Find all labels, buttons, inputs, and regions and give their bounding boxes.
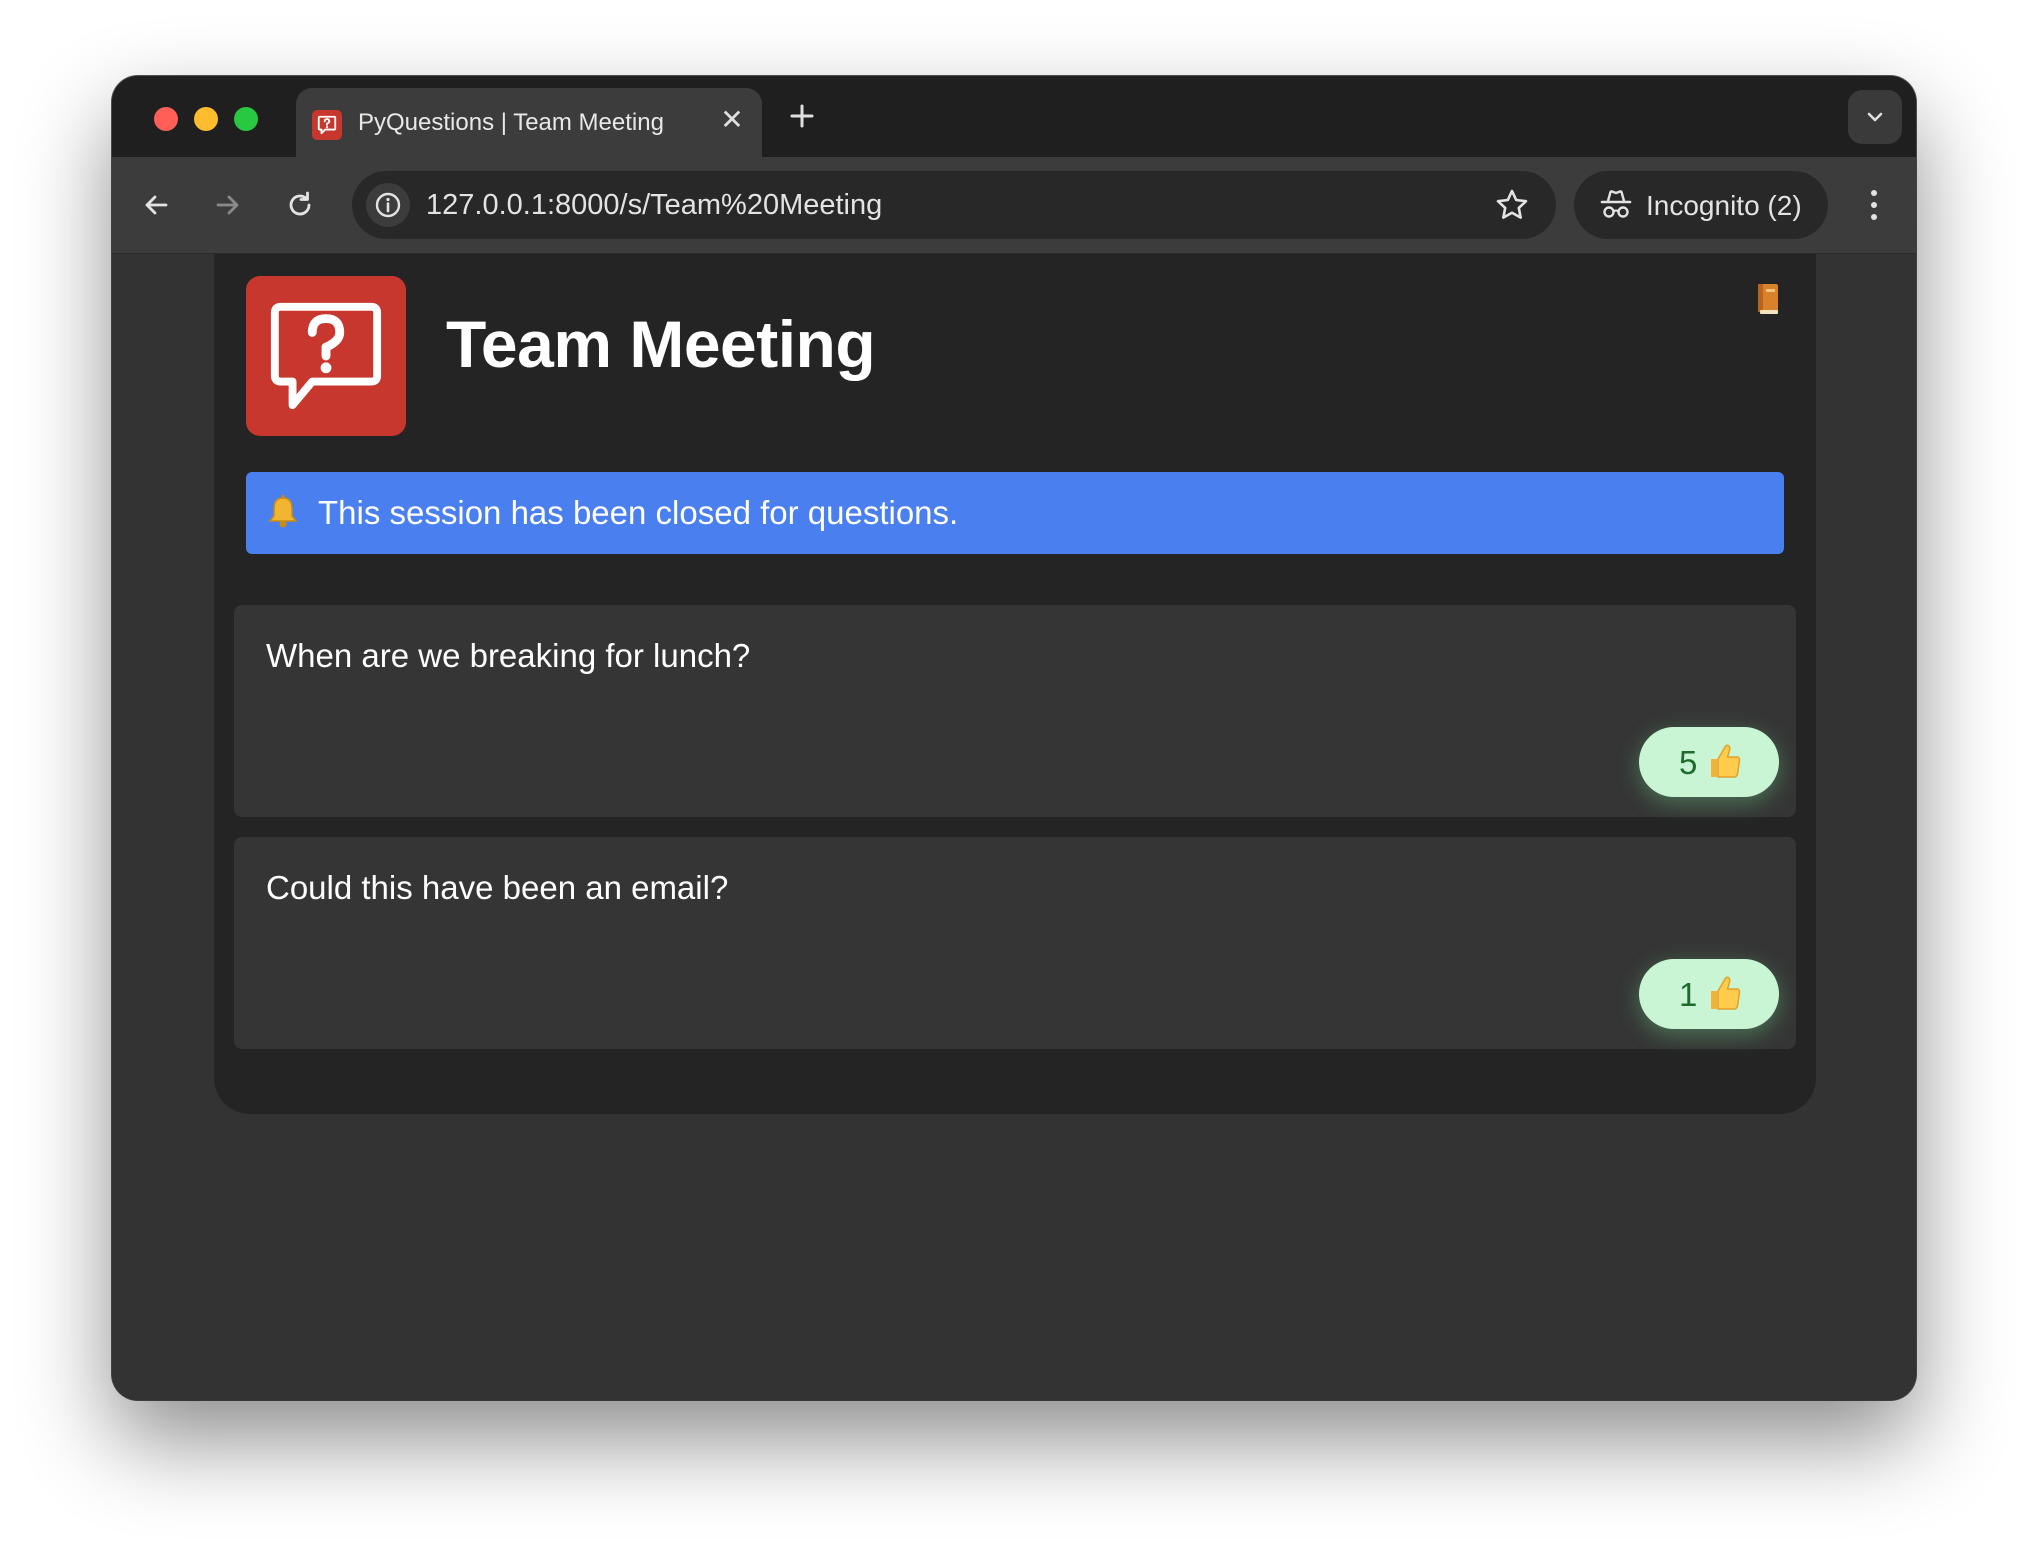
upvote-button[interactable]: 5 xyxy=(1639,727,1779,797)
question-card: When are we breaking for lunch? 5 xyxy=(234,605,1796,817)
question-card: Could this have been an email? 1 xyxy=(234,837,1796,1049)
vote-count: 1 xyxy=(1679,976,1698,1013)
browser-toolbar: 127.0.0.1:8000/s/Team%20Meeting Incognit… xyxy=(112,157,1916,254)
book-icon[interactable] xyxy=(1754,282,1782,316)
session-container: Team Meeting This session has been close… xyxy=(214,254,1816,1114)
reload-icon[interactable] xyxy=(278,183,322,227)
minimize-window-button[interactable] xyxy=(194,107,218,131)
maximize-window-button[interactable] xyxy=(234,107,258,131)
tab-search-chevron-icon[interactable] xyxy=(1848,90,1902,144)
back-arrow-icon[interactable] xyxy=(134,183,178,227)
help-question-icon xyxy=(246,276,406,436)
question-text: Could this have been an email? xyxy=(266,869,729,906)
forward-arrow-icon[interactable] xyxy=(206,183,250,227)
close-window-button[interactable] xyxy=(154,107,178,131)
favicon-icon xyxy=(312,110,342,140)
url-text[interactable]: 127.0.0.1:8000/s/Team%20Meeting xyxy=(426,189,882,222)
browser-window: PyQuestions | Team Meeting ✕ 127.0.0.1:8… xyxy=(112,76,1916,1400)
site-info-icon[interactable] xyxy=(366,183,410,227)
thumbs-up-icon xyxy=(1705,741,1743,781)
session-closed-notice: This session has been closed for questio… xyxy=(246,472,1784,554)
tab-close-icon[interactable]: ✕ xyxy=(716,104,748,136)
upvote-button[interactable]: 1 xyxy=(1639,959,1779,1029)
page-viewport: Team Meeting This session has been close… xyxy=(112,254,1916,1400)
page-title: Team Meeting xyxy=(446,307,876,381)
vote-count: 5 xyxy=(1679,744,1698,781)
active-tab[interactable]: PyQuestions | Team Meeting ✕ xyxy=(296,88,762,157)
address-bar[interactable]: 127.0.0.1:8000/s/Team%20Meeting xyxy=(352,171,1556,239)
question-text: When are we breaking for lunch? xyxy=(266,637,751,674)
bell-icon xyxy=(266,494,300,530)
tab-title: PyQuestions | Team Meeting xyxy=(358,109,664,136)
incognito-icon xyxy=(1598,187,1634,223)
new-tab-icon[interactable] xyxy=(782,96,822,136)
thumbs-up-icon xyxy=(1705,973,1743,1013)
notice-text: This session has been closed for questio… xyxy=(318,494,959,531)
bookmark-star-icon[interactable] xyxy=(1492,185,1532,225)
tab-strip: PyQuestions | Team Meeting ✕ xyxy=(112,76,1916,157)
incognito-label: Incognito (2) xyxy=(1646,190,1802,221)
incognito-profile-button[interactable]: Incognito (2) xyxy=(1574,171,1828,239)
kebab-menu-icon[interactable] xyxy=(1852,181,1896,229)
